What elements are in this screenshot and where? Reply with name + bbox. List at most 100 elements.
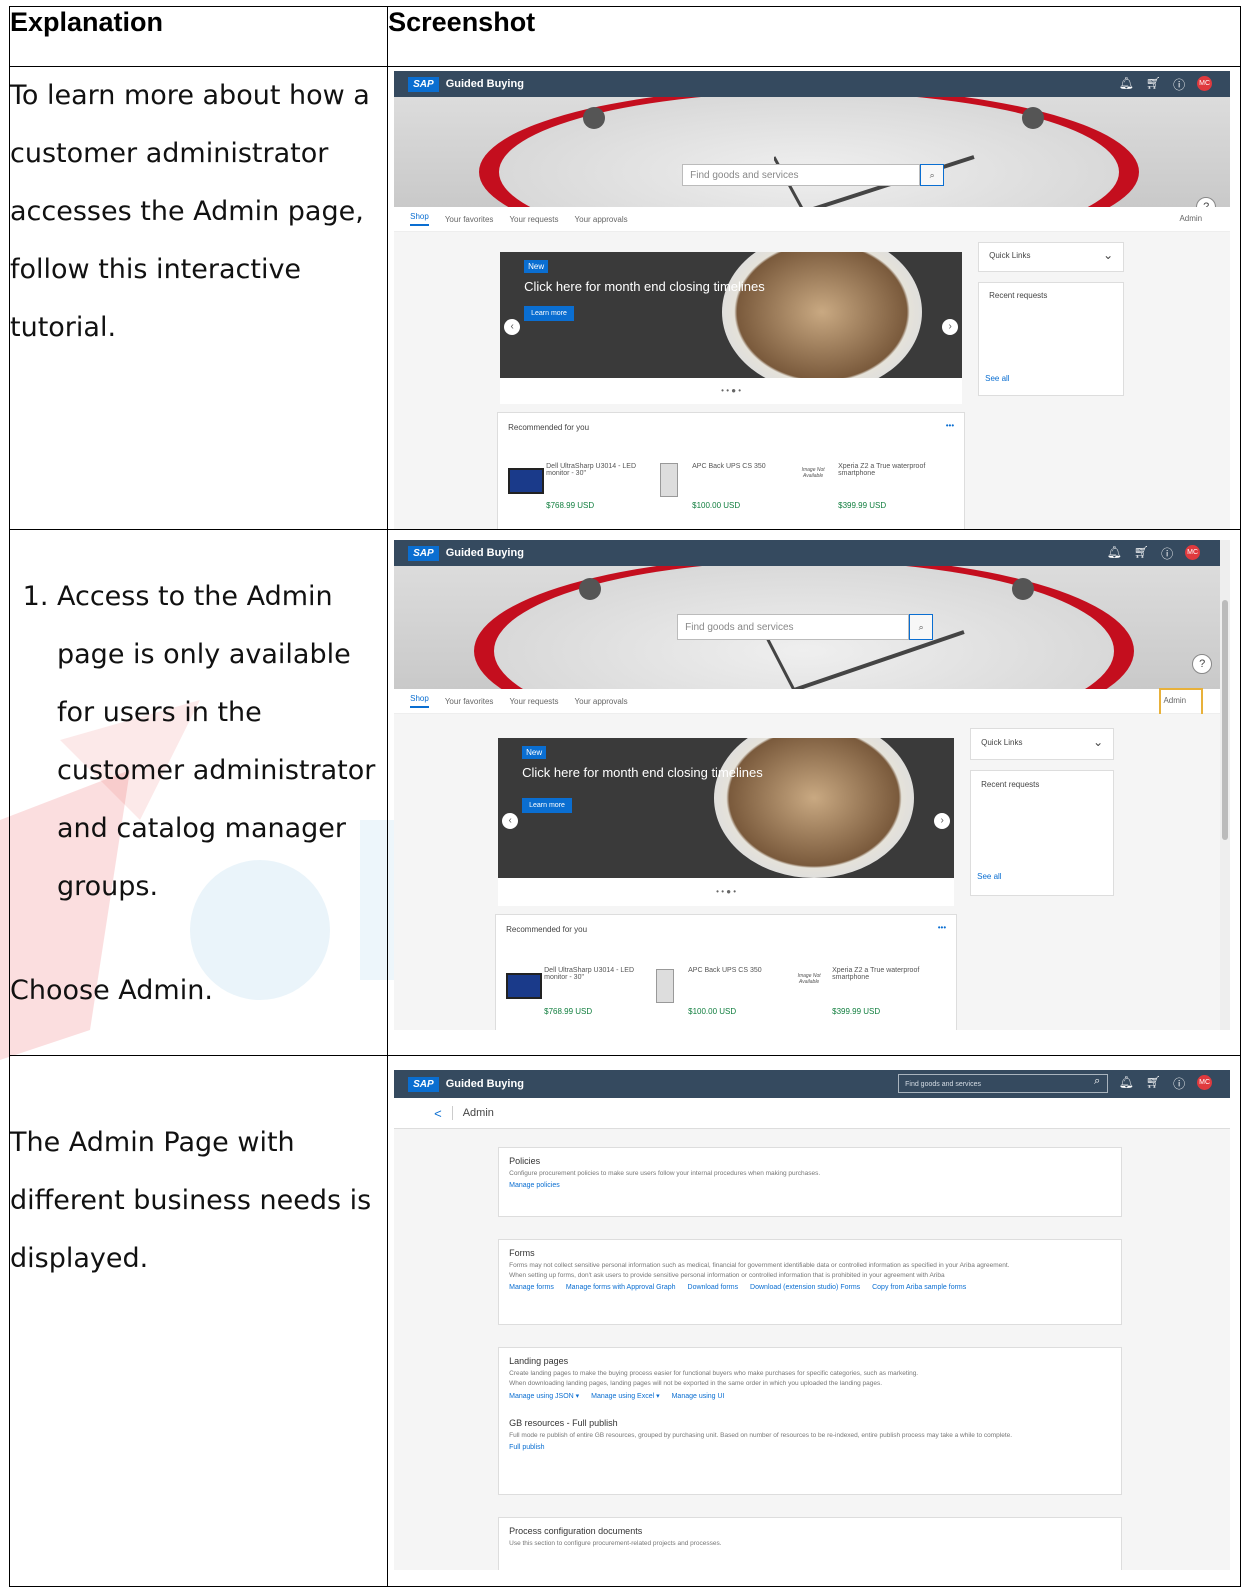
manage-policies-link[interactable]: Manage policies: [509, 1182, 560, 1189]
product-name[interactable]: APC Back UPS CS 350: [692, 463, 782, 470]
product-price: $100.00: [688, 1007, 718, 1016]
card-description: Full mode re publish of entire GB resour…: [509, 1432, 1013, 1439]
card-title: Process configuration documents: [509, 1526, 643, 1536]
recent-requests-panel: Recent requests See all: [978, 282, 1125, 396]
product-price: $399.99: [832, 1007, 862, 1016]
recent-requests-panel: Recent requests See all: [970, 770, 1115, 896]
cart-icon[interactable]: 🛒︎: [1146, 76, 1161, 93]
search-icon[interactable]: ⌕: [920, 164, 945, 186]
product-price: $100.00: [692, 501, 722, 510]
tab-requests[interactable]: Your requests: [509, 215, 558, 224]
product-name[interactable]: Dell UltraSharp U3014 - LED monitor - 30…: [544, 967, 634, 981]
recommended-section: Recommended for you ••• Dell UltraSharp …: [497, 412, 966, 529]
recent-requests-label: Recent requests: [981, 780, 1040, 789]
recommended-title: Recommended for you: [508, 423, 590, 432]
bell-icon[interactable]: 🔔︎: [1107, 545, 1122, 562]
full-publish-link[interactable]: Full publish: [509, 1444, 544, 1451]
carousel-prev-icon[interactable]: ‹: [504, 319, 521, 335]
product-price: $399.99: [838, 501, 868, 510]
see-all-link[interactable]: See all: [977, 872, 1001, 881]
bell-icon[interactable]: 🔔︎: [1119, 76, 1134, 93]
tab-shop[interactable]: Shop: [410, 212, 429, 226]
action-text: Choose Admin.: [10, 975, 213, 1006]
avatar[interactable]: MC: [1197, 76, 1213, 91]
tab-favorites[interactable]: Your favorites: [445, 215, 494, 224]
nav-tabs: Shop Your favorites Your requests Your a…: [394, 689, 1231, 714]
help-circle-icon[interactable]: ⓘ: [1161, 545, 1173, 562]
card-description: Forms may not collect sensitive personal…: [509, 1262, 1010, 1269]
product-name[interactable]: Dell UltraSharp U3014 - LED monitor - 30…: [546, 463, 636, 477]
carousel-next-icon[interactable]: ›: [934, 813, 951, 829]
chevron-down-icon: ⌄: [1093, 735, 1104, 749]
back-icon[interactable]: <: [434, 1106, 442, 1121]
copy-sample-forms-link[interactable]: Copy from Ariba sample forms: [872, 1284, 966, 1291]
app-header: SAP Guided Buying 🔔︎ 🛒︎ ⓘ MC: [394, 540, 1231, 566]
manage-ui-link[interactable]: Manage using UI: [672, 1393, 725, 1400]
search-input[interactable]: Find goods and services: [898, 1074, 1109, 1093]
carousel-dots[interactable]: • • ● •: [500, 378, 963, 404]
carousel-next-icon[interactable]: ›: [942, 319, 959, 335]
step-text: Access to the Admin page is only availab…: [57, 568, 387, 916]
avatar[interactable]: MC: [1185, 545, 1201, 560]
avatar[interactable]: MC: [1197, 1075, 1213, 1090]
hero-banner: Find goods and services ⌕ ?: [394, 97, 1231, 207]
manage-json-dropdown[interactable]: Manage using JSON ▾: [509, 1393, 579, 1400]
promo-carousel[interactable]: New Click here for month end closing tim…: [498, 738, 955, 878]
more-icon[interactable]: •••: [946, 421, 954, 430]
monitor-image[interactable]: [506, 973, 543, 999]
header-explanation: Explanation: [8, 6, 389, 67]
recommended-section: Recommended for you ••• Dell UltraSharp …: [495, 914, 958, 1030]
image-placeholder: Image Not Available: [801, 467, 825, 479]
quick-links-label: Quick Links: [981, 738, 1023, 747]
banner-title: Click here for month end closing timelin…: [522, 765, 763, 780]
manage-forms-approval-graph-link[interactable]: Manage forms with Approval Graph: [566, 1284, 676, 1291]
quick-links-label: Quick Links: [989, 251, 1031, 260]
see-all-link[interactable]: See all: [985, 374, 1009, 383]
ups-image[interactable]: [660, 463, 679, 497]
search-input[interactable]: Find goods and services: [677, 614, 910, 640]
quick-links-dropdown[interactable]: Quick Links ⌄: [978, 242, 1125, 272]
help-icon[interactable]: ?: [1192, 654, 1213, 674]
tab-shop[interactable]: Shop: [410, 694, 429, 708]
search-icon[interactable]: ⌕: [1094, 1075, 1100, 1088]
help-circle-icon[interactable]: ⓘ: [1173, 76, 1185, 93]
new-badge: New: [522, 746, 547, 759]
help-circle-icon[interactable]: ⓘ: [1173, 1075, 1185, 1092]
tab-favorites[interactable]: Your favorites: [445, 697, 494, 706]
learn-more-button[interactable]: Learn more: [524, 306, 574, 321]
bell-icon[interactable]: 🔔︎: [1119, 1075, 1134, 1092]
tab-approvals[interactable]: Your approvals: [575, 215, 628, 224]
carousel-prev-icon[interactable]: ‹: [502, 813, 519, 829]
manage-excel-dropdown[interactable]: Manage using Excel ▾: [591, 1393, 660, 1400]
search-icon[interactable]: ⌕: [909, 614, 934, 640]
help-icon[interactable]: ?: [1196, 197, 1217, 207]
cart-icon[interactable]: 🛒︎: [1134, 545, 1149, 562]
screenshot-admin-page: SAP Guided Buying Find goods and service…: [387, 1055, 1241, 1587]
manage-forms-link[interactable]: Manage forms: [509, 1284, 554, 1291]
ups-image[interactable]: [656, 969, 675, 1003]
more-icon[interactable]: •••: [938, 923, 946, 932]
quick-links-dropdown[interactable]: Quick Links ⌄: [970, 728, 1115, 760]
tab-approvals[interactable]: Your approvals: [575, 697, 628, 706]
product-name[interactable]: Xperia Z2 a True waterproof smartphone: [838, 463, 928, 477]
image-placeholder: Image Not Available: [797, 973, 821, 985]
product-price: $768.99: [546, 501, 576, 510]
scrollbar[interactable]: [1220, 540, 1231, 1030]
card-description: When downloading landing pages, landing …: [509, 1380, 883, 1387]
monitor-image[interactable]: [508, 468, 545, 494]
landing-pages-card: Landing pages Create landing pages to ma…: [498, 1347, 1123, 1495]
recent-requests-label: Recent requests: [989, 291, 1048, 300]
cart-icon[interactable]: 🛒︎: [1146, 1075, 1161, 1092]
product-name[interactable]: Xperia Z2 a True waterproof smartphone: [832, 967, 922, 981]
promo-carousel[interactable]: New Click here for month end closing tim…: [500, 252, 963, 378]
learn-more-button[interactable]: Learn more: [522, 798, 572, 813]
product-name[interactable]: APC Back UPS CS 350: [688, 967, 778, 974]
carousel-dots[interactable]: • • ● •: [498, 878, 955, 906]
search-input[interactable]: Find goods and services: [682, 164, 921, 186]
app-title: Guided Buying: [445, 1078, 524, 1090]
tab-admin[interactable]: Admin: [1179, 214, 1202, 223]
card-description: Configure procurement policies to make s…: [509, 1170, 821, 1177]
tab-requests[interactable]: Your requests: [509, 697, 558, 706]
download-extension-forms-link[interactable]: Download (extension studio) Forms: [750, 1284, 860, 1291]
download-forms-link[interactable]: Download forms: [688, 1284, 739, 1291]
